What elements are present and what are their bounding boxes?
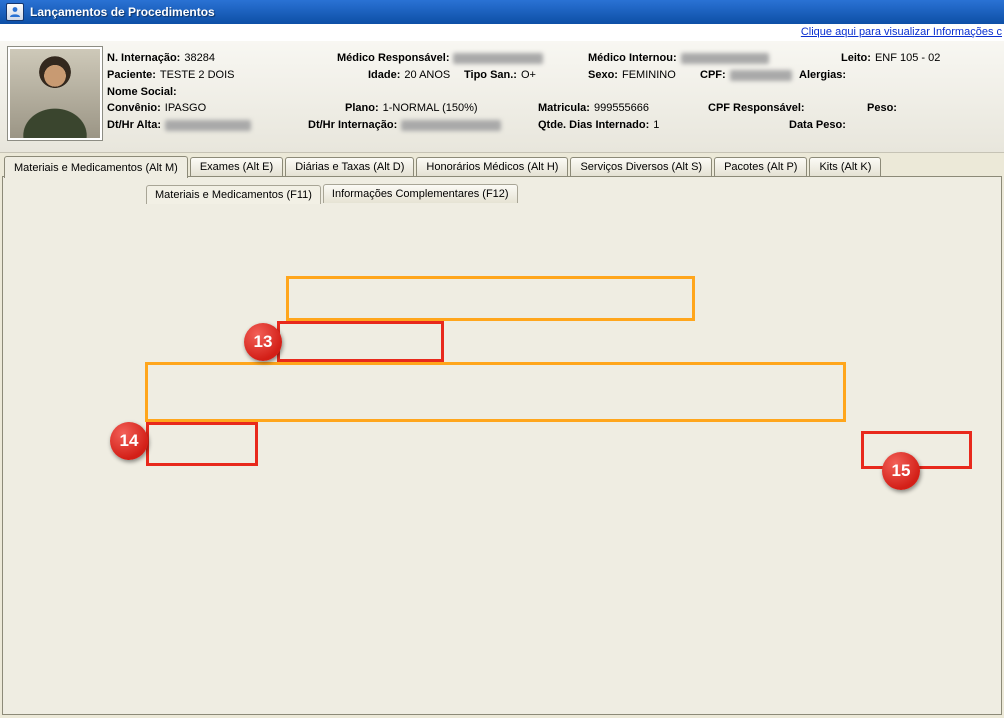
field-matricula: Matricula:999555666 [538,102,649,114]
redacted-value [681,53,769,64]
tab-pacotes[interactable]: Pacotes (Alt P) [714,157,807,177]
field-dthr-alta: Dt/Hr Alta: [107,119,251,131]
app-icon [6,3,24,21]
field-paciente: Paciente:TESTE 2 DOIS [107,69,235,81]
tab-exames[interactable]: Exames (Alt E) [190,157,283,177]
field-leito: Leito:ENF 105 - 02 [841,52,940,64]
field-n-internacao: N. Internação:38284 [107,52,215,64]
tab-kits[interactable]: Kits (Alt K) [809,157,881,177]
field-idade: Idade:20 ANOS [368,69,450,81]
inner-tab-strip: Materiais e Medicamentos (F11) Informaçõ… [146,182,520,203]
app-window: Lançamentos de Procedimentos Clique aqui… [0,0,1004,718]
redacted-value [401,120,501,131]
field-medico-responsavel: Médico Responsável: [337,52,543,64]
main-tab-strip: Materiais e Medicamentos (Alt M) Exames … [4,153,1000,177]
redacted-value [165,120,251,131]
field-data-peso: Data Peso: [789,119,846,131]
field-medico-internou: Médico Internou: [588,52,769,64]
field-tipo-san: Tipo San.:O+ [464,69,536,81]
redacted-value [453,53,543,64]
field-dthr-internacao: Dt/Hr Internação: [308,119,501,131]
redacted-value [730,70,792,81]
field-qtde-dias: Qtde. Dias Internado:1 [538,119,659,131]
title-bar: Lançamentos de Procedimentos [0,0,1004,24]
field-cpf: CPF: [700,69,792,81]
field-plano: Plano:1-NORMAL (150%) [345,102,478,114]
field-cpf-responsavel: CPF Responsável: [708,102,805,114]
app-icon-glyph [9,6,21,18]
tab-page-panel [2,176,1002,715]
tab-complementares-f12[interactable]: Informações Complementares (F12) [323,184,518,203]
field-peso: Peso: [867,102,897,114]
field-convenio: Convênio:IPASGO [107,102,206,114]
info-link[interactable]: Clique aqui para visualizar Informações … [801,26,1002,38]
patient-photo [7,46,103,141]
tab-servicos-diversos[interactable]: Serviços Diversos (Alt S) [570,157,712,177]
tab-materiais-f11[interactable]: Materiais e Medicamentos (F11) [146,185,321,204]
field-sexo: Sexo:FEMININO [588,69,676,81]
field-nome-social: Nome Social: [107,86,177,98]
tab-diarias-taxas[interactable]: Diárias e Taxas (Alt D) [285,157,414,177]
window-title: Lançamentos de Procedimentos [30,5,215,19]
field-alergias: Alergias: [799,69,846,81]
tab-honorarios-medicos[interactable]: Honorários Médicos (Alt H) [416,157,568,177]
tab-materiais-medicamentos[interactable]: Materiais e Medicamentos (Alt M) [4,156,188,178]
